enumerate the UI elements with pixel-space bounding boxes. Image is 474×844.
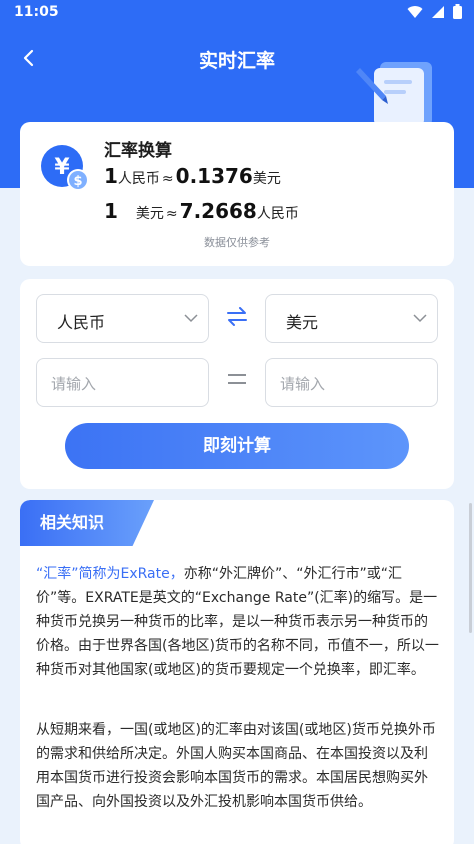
knowledge-paragraph: “汇率”简称为ExRate，亦称“外汇牌价”、“外汇行市”或“汇价”等。EXRA…: [36, 562, 440, 682]
rate-value: 7.2668: [179, 199, 257, 223]
rate-line-usd-cny: 1 美元 ≈ 7.2668 人民币: [104, 199, 299, 223]
signal-icon: [432, 5, 444, 18]
converter-card: 人民币 美元 请输入 请输入 即刻计算: [20, 279, 454, 489]
rate-line-cny-usd: 1 人民币 ≈ 0.1376 美元: [104, 164, 281, 188]
to-amount-placeholder: 请输入: [280, 375, 326, 393]
calculate-button[interactable]: 即刻计算: [65, 423, 409, 469]
rate-from-unit: 人民币: [117, 171, 160, 187]
approx-symbol: ≈: [165, 206, 178, 222]
status-bar: 11:05: [0, 0, 474, 26]
rate-amount: 1: [104, 199, 118, 223]
svg-text:$: $: [73, 174, 82, 189]
approx-symbol: ≈: [161, 171, 174, 187]
rate-to-unit: 人民币: [256, 206, 299, 222]
chevron-down-icon: [413, 314, 427, 323]
status-time: 11:05: [14, 4, 59, 20]
paragraph-text: 亦称“外汇牌价”、“外汇行市”或“汇价”等。EXRATE是英文的“Exchang…: [36, 566, 439, 678]
yen-dollar-icon: ¥ $: [41, 145, 89, 191]
status-icons: [407, 4, 462, 19]
disclaimer-note: 数据仅供参考: [204, 236, 270, 249]
highlight-text: “汇率”简称为ExRate，: [36, 566, 184, 582]
document-illustration: [356, 62, 432, 126]
chevron-down-icon: [184, 314, 198, 323]
wifi-icon: [407, 5, 423, 18]
from-amount-placeholder: 请输入: [51, 375, 97, 393]
from-currency-select[interactable]: 人民币: [36, 294, 209, 343]
battery-icon: [453, 4, 462, 19]
to-currency-select[interactable]: 美元: [265, 294, 438, 343]
knowledge-card: 相关知识 “汇率”简称为ExRate，亦称“外汇牌价”、“外汇行市”或“汇价”等…: [20, 500, 454, 844]
scrollbar[interactable]: [469, 503, 472, 633]
conversion-title: 汇率换算: [104, 141, 172, 161]
to-amount-input[interactable]: 请输入: [265, 358, 438, 407]
section-tag: 相关知识: [20, 500, 154, 546]
rate-amount: 1: [104, 164, 118, 188]
swap-icon[interactable]: [226, 307, 248, 327]
rate-value: 0.1376: [175, 164, 253, 188]
rate-from-unit: 美元: [135, 206, 164, 222]
to-currency-value: 美元: [286, 313, 319, 332]
rate-summary-card: ¥ $ 汇率换算 1 人民币 ≈ 0.1376 美元 1 美元 ≈ 7.2668…: [20, 122, 454, 266]
from-amount-input[interactable]: 请输入: [36, 358, 209, 407]
from-currency-value: 人民币: [57, 313, 106, 332]
knowledge-paragraph: 从短期来看，一国(或地区)的汇率由对该国(或地区)货币兑换外币的需求和供给所决定…: [36, 722, 436, 810]
rate-to-unit: 美元: [252, 171, 281, 187]
equals-icon: [228, 374, 246, 390]
